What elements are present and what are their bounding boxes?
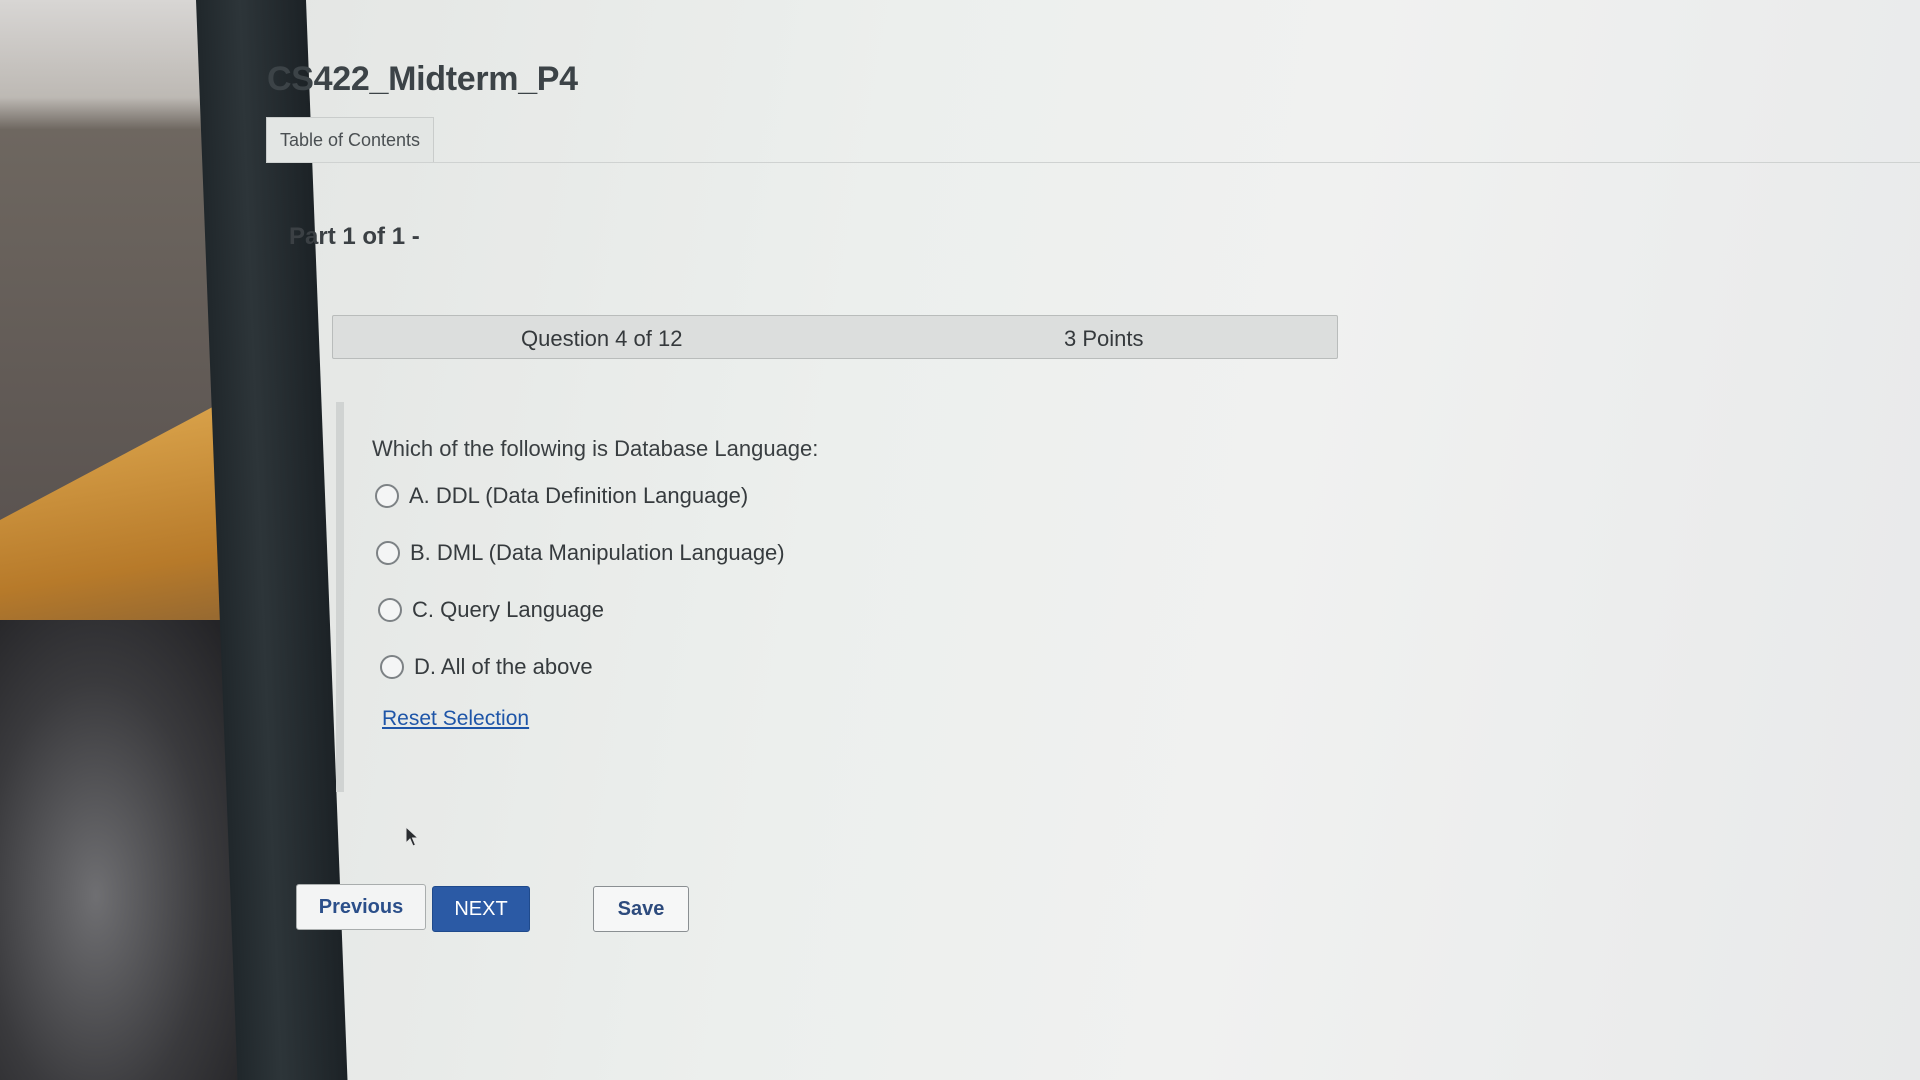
answer-option-a[interactable]: A. DDL (Data Definition Language) xyxy=(375,481,748,511)
radio-button-d[interactable] xyxy=(380,655,404,679)
background-laptop-surface xyxy=(0,620,240,1080)
radio-button-c[interactable] xyxy=(378,598,402,622)
question-number: Question 4 of 12 xyxy=(521,326,683,351)
reset-selection-link[interactable]: Reset Selection xyxy=(382,707,529,731)
answer-option-c[interactable]: C. Query Language xyxy=(378,595,604,625)
next-button[interactable]: NEXT xyxy=(432,886,530,932)
save-button[interactable]: Save xyxy=(593,886,689,932)
answer-option-label: C. Query Language xyxy=(412,597,605,622)
radio-button-a[interactable] xyxy=(375,484,399,508)
answer-option-label: B. DML (Data Manipulation Language) xyxy=(410,540,785,565)
radio-button-b[interactable] xyxy=(376,541,400,565)
question-points: 3 Points xyxy=(1064,326,1144,351)
tab-divider xyxy=(266,162,1920,163)
exam-title: CS422_Midterm_P4 xyxy=(267,60,578,98)
answer-option-label: A. DDL (Data Definition Language) xyxy=(409,483,749,508)
mouse-pointer-icon xyxy=(405,826,419,847)
answer-option-b[interactable]: B. DML (Data Manipulation Language) xyxy=(376,538,785,568)
answer-option-d[interactable]: D. All of the above xyxy=(380,652,593,682)
answer-option-label: D. All of the above xyxy=(414,654,593,679)
question-header-bar: Question 4 of 12 3 Points xyxy=(332,315,1338,359)
part-label: Part 1 of 1 - xyxy=(289,223,420,250)
question-text: Which of the following is Database Langu… xyxy=(372,436,819,461)
previous-button[interactable]: Previous xyxy=(296,884,426,930)
question-section-rule xyxy=(336,402,344,792)
tab-table-of-contents[interactable]: Table of Contents xyxy=(266,117,434,163)
